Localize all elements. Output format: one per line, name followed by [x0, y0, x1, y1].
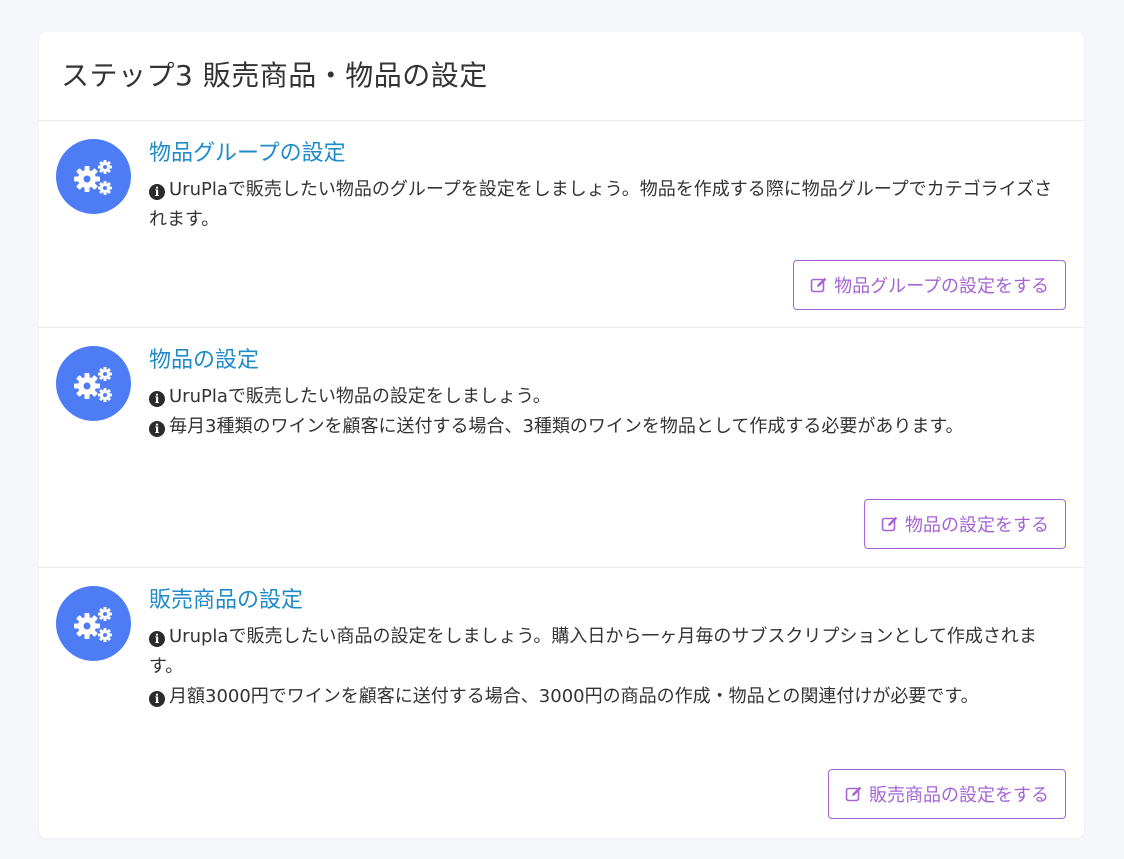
section-item: 物品の設定 i UruPlaで販売したい物品の設定をしましょう。 i 毎月3種類のワ… [39, 328, 1084, 568]
button-label: 販売商品の設定をする [869, 785, 1049, 806]
item-settings-button[interactable]: 物品の設定をする [864, 499, 1066, 549]
section-body: 物品の設定 i UruPlaで販売したい物品の設定をしましょう。 i 毎月3種類のワ… [149, 346, 1054, 442]
section-body: 物品グループの設定 i UruPlaで販売したい物品のグループを設定をしましょう。… [149, 139, 1054, 235]
section-product: 販売商品の設定 i Uruplaで販売したい商品の設定をしましょう。購入日から一ヶ… [39, 568, 1084, 837]
button-label: 物品の設定をする [905, 515, 1049, 536]
step3-card: ステップ3 販売商品・物品の設定 物品グループの設定 i UruPlaで販売した… [39, 32, 1084, 838]
product-settings-button[interactable]: 販売商品の設定をする [828, 769, 1066, 819]
section-description: i 毎月3種類のワインを顧客に送付する場合、3種類のワインを物品として作成する必要… [149, 412, 1054, 442]
section-title: 物品グループの設定 [149, 141, 346, 166]
section-description: i UruPlaで販売したい物品のグループを設定をしましょう。物品を作成する際に物… [149, 175, 1054, 235]
edit-icon [845, 786, 862, 802]
info-icon: i [149, 391, 165, 407]
section-title: 販売商品の設定 [149, 588, 304, 613]
description-line: Uruplaで販売したい商品の設定をしましょう。購入日から一ヶ月毎のサブスクリプ… [149, 626, 1037, 677]
description-line: 毎月3種類のワインを顧客に送付する場合、3種類のワインを物品として作成する必要が… [169, 416, 964, 437]
info-icon: i [149, 631, 165, 647]
card-header: ステップ3 販売商品・物品の設定 [39, 32, 1084, 121]
section-title: 物品の設定 [149, 348, 260, 373]
gears-icon [56, 586, 131, 661]
section-description: i UruPlaで販売したい物品の設定をしましょう。 [149, 382, 1054, 412]
section-item-group: 物品グループの設定 i UruPlaで販売したい物品のグループを設定をしましょう。… [39, 121, 1084, 328]
description-line: 月額3000円でワインを顧客に送付する場合、3000円の商品の作成・物品との関連… [169, 686, 979, 707]
gears-icon [56, 346, 131, 421]
section-description: i Uruplaで販売したい商品の設定をしましょう。購入日から一ヶ月毎のサブスクリ… [149, 622, 1054, 682]
item-group-settings-button[interactable]: 物品グループの設定をする [793, 260, 1066, 310]
description-line: UruPlaで販売したい物品の設定をしましょう。 [169, 386, 551, 407]
gears-icon [56, 139, 131, 214]
section-body: 販売商品の設定 i Uruplaで販売したい商品の設定をしましょう。購入日から一ヶ… [149, 586, 1054, 712]
info-icon: i [149, 421, 165, 437]
edit-icon [810, 277, 827, 293]
section-description: i 月額3000円でワインを顧客に送付する場合、3000円の商品の作成・物品との関… [149, 682, 1054, 712]
card-title: ステップ3 販売商品・物品の設定 [61, 59, 488, 92]
description-line: UruPlaで販売したい物品のグループを設定をしましょう。物品を作成する際に物品… [149, 179, 1053, 230]
info-icon: i [149, 691, 165, 707]
edit-icon [881, 516, 898, 532]
info-icon: i [149, 184, 165, 200]
button-label: 物品グループの設定をする [834, 276, 1049, 297]
